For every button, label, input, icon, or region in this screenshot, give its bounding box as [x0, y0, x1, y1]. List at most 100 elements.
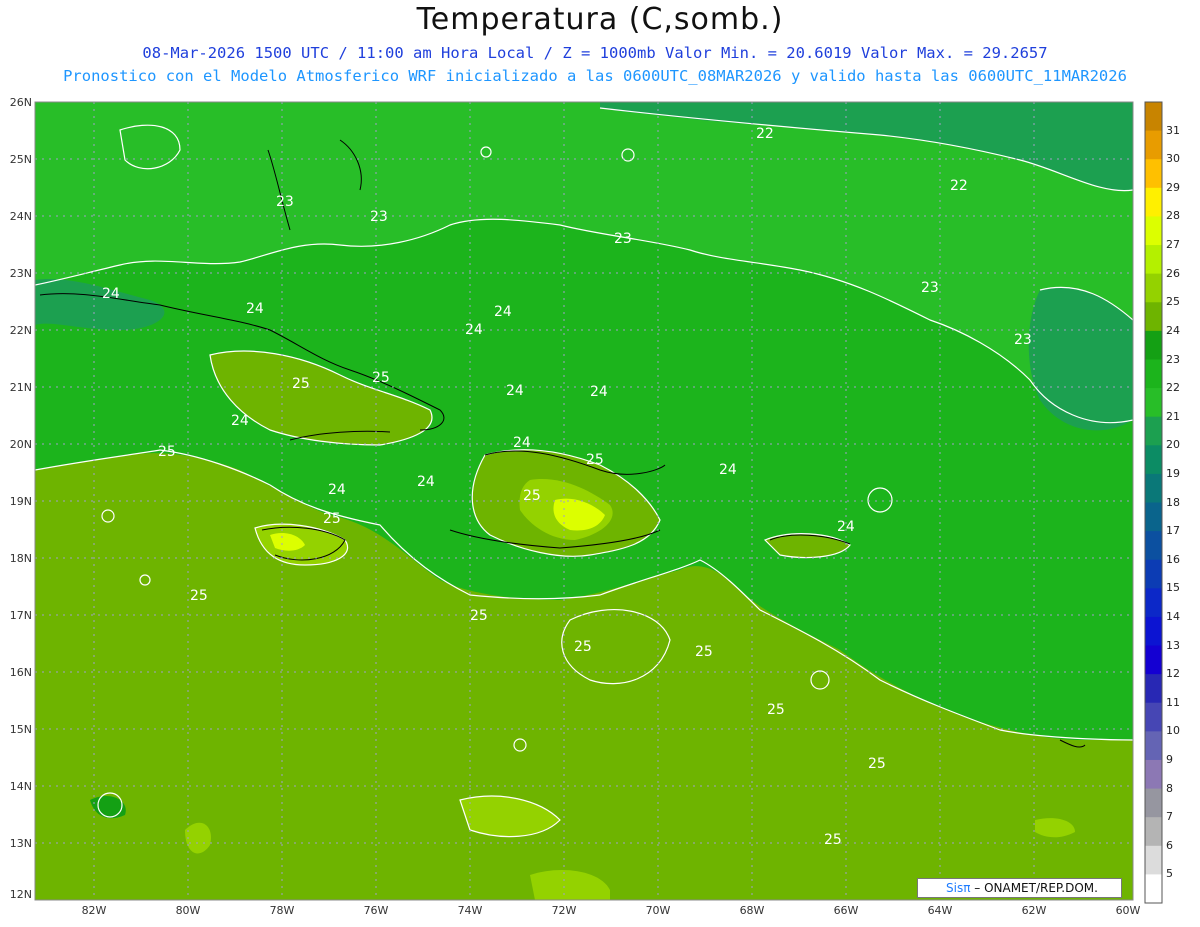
colorbar-swatch — [1145, 531, 1162, 561]
sispi-logo: Sisπ — [946, 881, 971, 895]
colorbar-tick-label: 8 — [1166, 781, 1173, 795]
colorbar-swatch — [1145, 359, 1162, 389]
contour-label: 24 — [328, 482, 346, 498]
colorbar-tick-label: 24 — [1166, 323, 1180, 337]
colorbar-swatch — [1145, 445, 1162, 475]
contour-label: 23 — [1014, 332, 1032, 348]
lat-label: 15N — [9, 723, 32, 736]
temperature-map: 22 22 23 23 23 23 23 24 24 24 24 24 24 2… — [34, 101, 1163, 904]
contour-label: 24 — [246, 301, 264, 317]
contour-label: 24 — [590, 384, 608, 400]
contour-label: 25 — [586, 452, 604, 468]
lat-label: 12N — [9, 888, 32, 901]
colorbar-swatch — [1145, 645, 1162, 675]
colorbar-tick-label: 16 — [1166, 552, 1180, 566]
lat-label: 17N — [9, 609, 32, 622]
colorbar-tick-label: 13 — [1166, 638, 1180, 652]
contour-label: 25 — [470, 608, 488, 624]
colorbar-tick-label: 30 — [1166, 152, 1180, 166]
colorbar-swatch — [1145, 302, 1162, 332]
lon-label: 82W — [81, 904, 107, 917]
colorbar-swatch — [1145, 759, 1162, 790]
contour-label: 24 — [513, 435, 531, 451]
colorbar-swatch — [1145, 330, 1162, 360]
lat-label: 13N — [9, 837, 32, 850]
lon-label: 68W — [739, 904, 765, 917]
lat-label: 22N — [9, 324, 32, 337]
lat-label: 26N — [9, 96, 32, 109]
contour-label: 25 — [695, 644, 713, 660]
colorbar-tick-label: 21 — [1166, 409, 1180, 423]
contour-label: 24 — [102, 286, 120, 302]
lon-label: 62W — [1021, 904, 1047, 917]
colorbar-tick-label: 10 — [1166, 724, 1180, 738]
contour-label: 25 — [767, 702, 785, 718]
contour-label: 23 — [276, 194, 294, 210]
contour-label: 24 — [719, 462, 737, 478]
lon-label: 60W — [1115, 904, 1141, 917]
lat-label: 20N — [9, 438, 32, 451]
contour-label: 24 — [417, 474, 435, 490]
colorbar-swatch — [1145, 473, 1162, 503]
colorbar-swatch — [1145, 845, 1162, 875]
contour-label: 25 — [190, 588, 208, 604]
lon-label: 64W — [927, 904, 953, 917]
contour-label: 23 — [614, 231, 632, 247]
contour-label: 25 — [323, 511, 341, 527]
contour-label: 24 — [494, 304, 512, 320]
colorbar-tick-label: 9 — [1166, 753, 1173, 766]
shaded-field — [35, 102, 1133, 900]
contour-label: 24 — [837, 519, 855, 535]
colorbar-tick-label: 12 — [1166, 667, 1180, 681]
contour-label: 25 — [824, 832, 842, 848]
contour-label: 22 — [950, 178, 968, 194]
lon-label: 76W — [363, 904, 389, 917]
colorbar-swatch — [1145, 731, 1162, 761]
contour-label: 25 — [292, 376, 310, 392]
colorbar-swatch — [1145, 102, 1162, 132]
lat-label: 14N — [9, 780, 32, 793]
colorbar-swatch — [1145, 130, 1162, 160]
colorbar-swatch — [1145, 159, 1162, 189]
colorbar-tick-label: 20 — [1166, 438, 1180, 452]
colorbar-tick-label: 19 — [1166, 466, 1180, 480]
colorbar-swatch — [1145, 616, 1162, 647]
colorbar-tick-label: 17 — [1166, 524, 1180, 538]
colorbar-tick-label: 29 — [1166, 180, 1180, 194]
colorbar-tick-label: 18 — [1166, 495, 1180, 509]
contour-label: 24 — [231, 413, 249, 429]
colorbar-tick-label: 14 — [1166, 609, 1180, 623]
credit-box: Sisπ – ONAMET/REP.DOM. — [917, 878, 1122, 898]
colorbar-tick-label: 22 — [1166, 381, 1180, 395]
contour-label: 23 — [370, 209, 388, 225]
colorbar-swatch — [1145, 216, 1162, 246]
lat-label: 23N — [9, 267, 32, 280]
colorbar-tick-label: 6 — [1166, 838, 1173, 852]
colorbar-tick-label: 27 — [1166, 238, 1180, 251]
colorbar-swatch — [1145, 702, 1162, 732]
colorbar-swatch — [1145, 502, 1162, 532]
contour-label: 25 — [868, 756, 886, 772]
colorbar-tick-label: 7 — [1166, 810, 1173, 824]
contour-label: 23 — [921, 280, 939, 296]
credit-text: – ONAMET/REP.DOM. — [970, 881, 1098, 895]
contour-label: 25 — [158, 444, 176, 460]
colorbar-tick-label: 28 — [1166, 209, 1180, 223]
colorbar-tick-label: 25 — [1166, 295, 1180, 309]
lon-label: 66W — [833, 904, 859, 917]
colorbar-swatch — [1145, 273, 1162, 303]
colorbar-tick-label: 31 — [1166, 123, 1180, 137]
contour-label: 24 — [506, 383, 524, 399]
contour-label: 25 — [523, 488, 541, 504]
colorbar-tick-label: 26 — [1166, 266, 1180, 280]
lon-label: 72W — [551, 904, 577, 917]
colorbar-swatch — [1145, 588, 1162, 618]
colorbar-swatch — [1145, 388, 1162, 418]
lon-label: 74W — [457, 904, 483, 917]
contour-label: 25 — [372, 370, 390, 386]
colorbar-swatch — [1145, 187, 1162, 217]
lat-label: 24N — [9, 210, 32, 223]
colorbar-tick-label: 15 — [1166, 581, 1180, 595]
lat-label: 25N — [9, 153, 32, 166]
colorbar-swatch — [1145, 245, 1162, 275]
